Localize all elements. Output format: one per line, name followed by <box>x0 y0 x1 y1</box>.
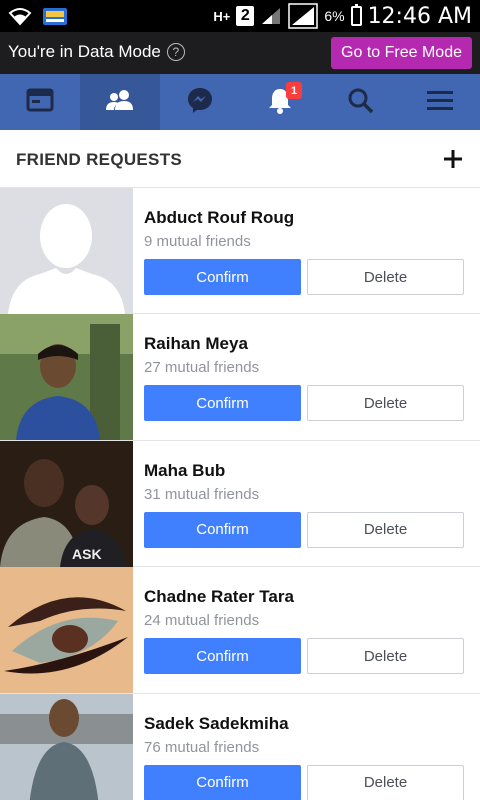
friend-name[interactable]: Raihan Meya <box>144 334 248 354</box>
confirm-button[interactable]: Confirm <box>144 638 301 675</box>
delete-button[interactable]: Delete <box>307 385 464 422</box>
tab-news-feed[interactable] <box>0 74 80 130</box>
confirm-button[interactable]: Confirm <box>144 259 301 295</box>
profile-photo[interactable] <box>0 693 133 800</box>
network-type: H+ <box>213 8 231 24</box>
tab-messenger[interactable] <box>160 74 240 130</box>
messenger-icon <box>186 86 214 119</box>
notification-badge: 1 <box>286 82 302 99</box>
friend-requests-header: FRIEND REQUESTS <box>0 130 480 188</box>
list-item: Chadne Rater Tara 24 mutual friends Conf… <box>0 567 480 694</box>
tab-search[interactable] <box>320 74 400 130</box>
tab-friends[interactable] <box>80 74 160 130</box>
signal-icon-2 <box>288 3 319 29</box>
delete-button[interactable]: Delete <box>307 259 464 295</box>
friend-name[interactable]: Maha Bub <box>144 461 225 481</box>
data-mode-bar: You're in Data Mode ? Go to Free Mode <box>0 32 480 74</box>
confirm-button[interactable]: Confirm <box>144 764 301 800</box>
confirm-button[interactable]: Confirm <box>144 385 301 422</box>
list-item: Raihan Meya 27 mutual friends Confirm De… <box>0 314 480 441</box>
signal-icon <box>260 6 282 26</box>
sim-indicator: 2 <box>236 6 255 26</box>
status-bar: H+ 2 6% 12:46 AM <box>0 0 480 32</box>
list-item: ASK Maha Bub 31 mutual friends Confirm D… <box>0 440 480 568</box>
friend-name[interactable]: Sadek Sadekmiha <box>144 714 289 734</box>
friend-requests-list: Abduct Rouf Roug 9 mutual friends Confir… <box>0 188 480 800</box>
page-title: FRIEND REQUESTS <box>16 150 183 169</box>
mutual-friends-count: 24 mutual friends <box>144 612 260 630</box>
help-icon[interactable]: ? <box>166 43 185 61</box>
menu-icon <box>426 89 454 116</box>
mutual-friends-count: 31 mutual friends <box>144 485 260 503</box>
friend-name[interactable]: Abduct Rouf Roug <box>144 208 294 228</box>
svg-text:ASK: ASK <box>72 546 102 562</box>
app-notification-icon <box>42 5 68 27</box>
data-mode-message: You're in Data Mode <box>8 42 161 61</box>
friend-name[interactable]: Chadne Rater Tara <box>144 587 294 607</box>
mutual-friends-count: 76 mutual friends <box>144 738 260 756</box>
list-item: Sadek Sadekmiha 76 mutual friends Confir… <box>0 693 480 800</box>
battery-percent: 6% <box>324 8 345 24</box>
profile-photo[interactable] <box>0 314 133 441</box>
add-icon[interactable] <box>440 146 466 172</box>
news-feed-icon <box>26 88 54 117</box>
delete-button[interactable]: Delete <box>307 764 464 800</box>
mutual-friends-count: 27 mutual friends <box>144 359 260 377</box>
confirm-button[interactable]: Confirm <box>144 511 301 548</box>
list-item: Abduct Rouf Roug 9 mutual friends Confir… <box>0 188 480 315</box>
tab-notifications[interactable]: 1 <box>240 74 320 130</box>
profile-photo[interactable]: ASK <box>0 440 133 567</box>
clock: 12:46 AM <box>367 3 472 29</box>
go-to-free-mode-button[interactable]: Go to Free Mode <box>331 37 472 69</box>
wifi-icon <box>8 6 32 26</box>
mutual-friends-count: 9 mutual friends <box>144 233 251 250</box>
delete-button[interactable]: Delete <box>307 511 464 548</box>
delete-button[interactable]: Delete <box>307 638 464 675</box>
search-icon <box>346 86 374 119</box>
battery-icon <box>350 4 362 26</box>
top-nav: 1 <box>0 74 480 130</box>
friends-icon <box>105 88 135 117</box>
profile-photo[interactable] <box>0 567 133 694</box>
profile-photo[interactable] <box>0 188 133 314</box>
tab-menu[interactable] <box>400 74 480 130</box>
